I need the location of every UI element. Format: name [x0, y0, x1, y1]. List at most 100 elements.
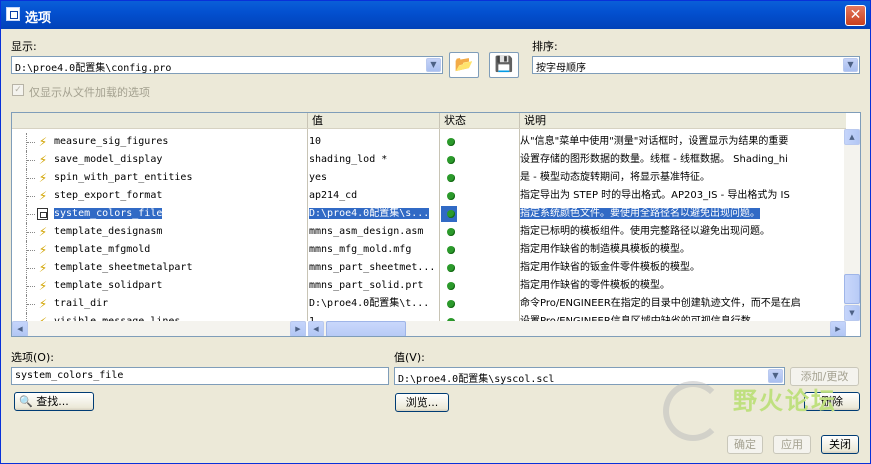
option-value-text: ap214_cd — [309, 190, 358, 201]
scroll-left-icon[interactable]: ◀ — [12, 321, 28, 336]
option-value: mmns_mfg_mold.mfg — [309, 241, 439, 259]
option-name-text: system_colors_file — [54, 208, 163, 219]
scroll-right-icon[interactable]: ▶ — [830, 321, 846, 336]
scroll-up-icon[interactable]: ▲ — [844, 129, 860, 145]
values-horizontal-scrollbar[interactable]: ◀ ▶ — [308, 321, 846, 336]
status-ok-icon — [447, 174, 455, 182]
table-row[interactable]: ⚡ spin_with_part_entities yes 是 - 模型动态旋转期间，… — [12, 169, 846, 187]
sort-value: 按字母顺序 — [536, 63, 586, 74]
chevron-down-icon[interactable]: ▼ — [768, 369, 783, 383]
option-name: trail_dir — [54, 295, 306, 313]
option-name: spin_with_part_entities — [54, 169, 306, 187]
option-value: mmns_asm_design.asm — [309, 223, 439, 241]
scroll-down-icon[interactable]: ▼ — [844, 305, 860, 321]
option-value-text: yes — [309, 172, 328, 183]
lightning-icon: ⚡ — [38, 297, 48, 311]
status-ok-icon — [447, 300, 455, 308]
open-config-button[interactable]: 📂 — [449, 52, 479, 78]
close-window-button[interactable]: ✕ — [845, 5, 866, 26]
add-change-button[interactable]: 添加/更改 — [790, 367, 859, 386]
app-icon — [6, 7, 20, 21]
title-bar[interactable]: 选项 ✕ — [1, 1, 870, 29]
find-button[interactable]: 🔍 查找... — [14, 392, 94, 411]
option-value-text: 10 — [309, 136, 322, 147]
option-name-text: spin_with_part_entities — [54, 172, 193, 183]
option-description: 指定已标明的模板组件。使用完整路径以避免出现问题。 — [520, 223, 846, 241]
vertical-scrollbar[interactable]: ▲ ▼ — [844, 129, 860, 321]
option-value: ap214_cd — [309, 187, 439, 205]
option-name-text: trail_dir — [54, 298, 109, 309]
option-name: save_model_display — [54, 151, 306, 169]
sort-combo[interactable]: 按字母顺序 ▼ — [532, 56, 860, 74]
status-cell — [439, 277, 519, 295]
value-combo[interactable]: D:\proe4.0配置集\syscol.scl ▼ — [394, 367, 785, 385]
status-cell — [439, 133, 519, 151]
scroll-thumb[interactable] — [326, 321, 406, 336]
option-value-text: D:\proe4.0配置集\t... — [309, 298, 430, 309]
file-icon — [37, 208, 48, 220]
table-row[interactable]: ⚡ step_export_format ap214_cd 指定导出为 STEP 时的… — [12, 187, 846, 205]
window-title: 选项 — [25, 11, 52, 26]
option-input[interactable]: system_colors_file — [11, 367, 389, 385]
status-cell — [439, 241, 519, 259]
status-cell — [439, 223, 519, 241]
table-row[interactable]: ⚡ trail_dir D:\proe4.0配置集\t... 命令Pro/ENGINE… — [12, 295, 846, 313]
option-description-text: 命令Pro/ENGINEER在指定的目录中创建轨迹文件，而不是在启 — [520, 298, 801, 309]
tree-connector — [26, 259, 35, 277]
option-name-text: template_designasm — [54, 226, 163, 237]
header-status[interactable]: 状态 — [439, 113, 519, 128]
loaded-only-checkbox[interactable]: ✓ — [12, 84, 24, 96]
header-description[interactable]: 说明 — [519, 113, 846, 128]
option-description-text: 指定用作缺省的制造模具模板的模型。 — [520, 244, 690, 255]
save-config-button[interactable]: 💾 — [489, 52, 519, 78]
table-row[interactable]: ⚡ template_sheetmetalpart mmns_part_sheetm… — [12, 259, 846, 277]
option-name-text: measure_sig_figures — [54, 136, 169, 147]
table-row[interactable]: ⚡ template_designasm mmns_asm_design.asm 指定… — [12, 223, 846, 241]
tree-connector — [26, 241, 35, 259]
chevron-down-icon[interactable]: ▼ — [426, 58, 441, 72]
tree-connector — [26, 223, 35, 241]
option-description-text: 指定用作缺省的零件模板的模型。 — [520, 280, 670, 291]
delete-button[interactable]: 删除 — [804, 392, 860, 411]
apply-button[interactable]: 应用 — [773, 435, 811, 454]
save-config-icon: 💾 — [494, 55, 514, 73]
status-ok-icon — [447, 138, 455, 146]
scroll-right-icon[interactable]: ▶ — [290, 321, 306, 336]
tree-connector — [26, 169, 35, 187]
option-description-text: 是 - 模型动态旋转期间，将显示基准特征。 — [520, 172, 710, 183]
ok-button[interactable]: 确定 — [727, 435, 763, 454]
table-row[interactable]: ⚡ measure_sig_figures 10 从"信息"菜单中使用"测量"对话框时… — [12, 133, 846, 151]
status-cell — [439, 151, 519, 169]
header-value[interactable]: 值 — [307, 113, 439, 128]
option-name-text: template_sheetmetalpart — [54, 262, 193, 273]
value-value: D:\proe4.0配置集\syscol.scl — [398, 374, 555, 385]
option-description: 指定用作缺省的零件模板的模型。 — [520, 277, 846, 295]
option-description: 命令Pro/ENGINEER在指定的目录中创建轨迹文件，而不是在启 — [520, 295, 846, 313]
name-horizontal-scrollbar[interactable]: ◀ ▶ — [12, 321, 306, 336]
chevron-down-icon[interactable]: ▼ — [843, 58, 858, 72]
display-file-combo[interactable]: D:\proe4.0配置集\config.pro ▼ — [11, 56, 443, 74]
column-divider — [307, 129, 308, 321]
table-row-selected[interactable]: system_colors_file D:\proe4.0配置集\s... 指定系统… — [12, 205, 846, 223]
table-row[interactable]: ⚡ template_mfgmold mmns_mfg_mold.mfg 指定用作缺省… — [12, 241, 846, 259]
header-name[interactable] — [12, 113, 307, 128]
option-name-text: template_solidpart — [54, 280, 163, 291]
lightning-icon: ⚡ — [38, 135, 48, 149]
browse-button[interactable]: 浏览... — [395, 393, 449, 412]
table-row[interactable]: ⚡ template_solidpart mmns_part_solid.prt 指定… — [12, 277, 846, 295]
option-value-text: mmns_mfg_mold.mfg — [309, 244, 412, 255]
options-table: 值 状态 说明 ⚡ measure_sig_figures 10 从"信息"菜单中使用… — [11, 112, 861, 337]
option-value: mmns_part_sheetmet... — [309, 259, 439, 277]
status-ok-icon — [447, 246, 455, 254]
option-description-text: 从"信息"菜单中使用"测量"对话框时，设置显示为结果的重要 — [520, 136, 789, 147]
option-description-text: 指定系统颜色文件。要使用全路径名以避免出现问题。 — [520, 208, 760, 219]
close-button[interactable]: 关闭 — [821, 435, 859, 454]
table-row[interactable]: ⚡ save_model_display shading_lod * 设置存储的图形数… — [12, 151, 846, 169]
option-value: yes — [309, 169, 439, 187]
option-value-text: shading_lod * — [309, 154, 388, 165]
option-value: D:\proe4.0配置集\t... — [309, 295, 439, 313]
option-name-text: template_mfgmold — [54, 244, 151, 255]
scroll-left-icon[interactable]: ◀ — [308, 321, 324, 336]
scroll-thumb[interactable] — [844, 274, 860, 304]
option-value-text: mmns_part_sheetmet... — [309, 262, 436, 273]
